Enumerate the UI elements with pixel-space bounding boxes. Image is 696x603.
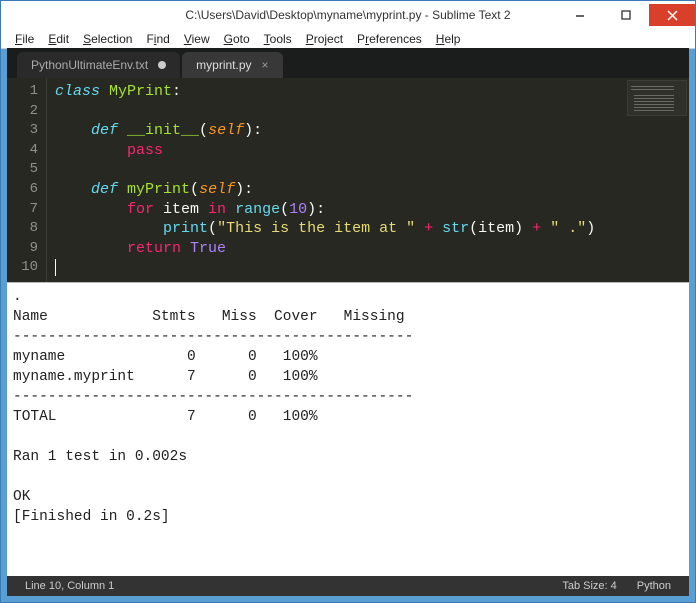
menu-file[interactable]: File — [9, 31, 40, 47]
status-bar: Line 10, Column 1 Tab Size: 4 Python — [7, 576, 689, 596]
build-output-panel[interactable]: . Name Stmts Miss Cover Missing --------… — [7, 282, 689, 576]
menu-preferences[interactable]: Preferences — [351, 31, 428, 47]
menu-find[interactable]: Find — [140, 31, 175, 47]
window-close-button[interactable] — [649, 4, 695, 26]
editor-client-area: PythonUltimateEnv.txt myprint.py × 1 2 3… — [7, 48, 689, 596]
minimize-icon — [575, 10, 585, 20]
text-cursor — [55, 259, 65, 276]
close-icon — [667, 10, 678, 21]
tab-bar: PythonUltimateEnv.txt myprint.py × — [7, 48, 689, 78]
code-content[interactable]: class MyPrint: def __init__(self): pass … — [47, 78, 689, 282]
maximize-icon — [621, 10, 631, 20]
tab-label: PythonUltimateEnv.txt — [31, 58, 148, 72]
menu-edit[interactable]: Edit — [42, 31, 75, 47]
tab-myprint[interactable]: myprint.py × — [182, 52, 282, 78]
status-syntax[interactable]: Python — [627, 580, 681, 592]
menu-help[interactable]: Help — [430, 31, 467, 47]
tab-close-icon[interactable]: × — [262, 58, 269, 72]
menu-project[interactable]: Project — [300, 31, 349, 47]
menu-goto[interactable]: Goto — [218, 31, 256, 47]
menu-selection[interactable]: Selection — [77, 31, 138, 47]
minimap[interactable] — [627, 80, 687, 116]
dirty-indicator-icon — [158, 61, 166, 69]
window-controls — [557, 4, 695, 26]
status-tab-size[interactable]: Tab Size: 4 — [552, 580, 626, 592]
tab-label: myprint.py — [196, 58, 251, 72]
menu-bar: File Edit Selection Find View Goto Tools… — [1, 29, 695, 49]
tab-pythonultimateenv[interactable]: PythonUltimateEnv.txt — [17, 52, 180, 78]
window-titlebar: C:\Users\David\Desktop\myname\myprint.py… — [1, 1, 695, 29]
menu-view[interactable]: View — [178, 31, 216, 47]
menu-tools[interactable]: Tools — [258, 31, 298, 47]
window-maximize-button[interactable] — [603, 4, 649, 26]
code-editor[interactable]: 1 2 3 4 5 6 7 8 9 10 class MyPrint: def … — [7, 78, 689, 282]
window-minimize-button[interactable] — [557, 4, 603, 26]
status-cursor-position[interactable]: Line 10, Column 1 — [15, 580, 124, 592]
line-number-gutter: 1 2 3 4 5 6 7 8 9 10 — [7, 78, 47, 282]
